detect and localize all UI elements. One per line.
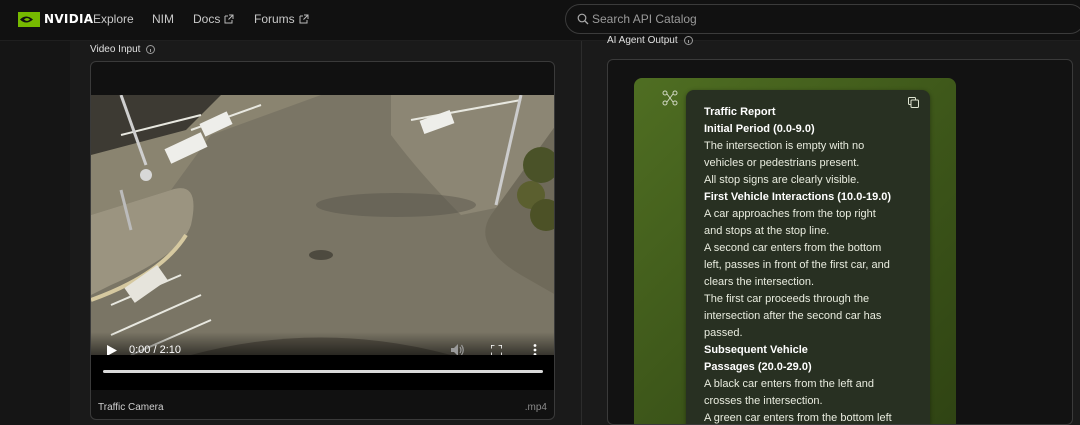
video-file-extension: .mp4 [524,402,547,413]
video-input-label-text: Video Input [90,44,141,55]
report-line: First Vehicle Interactions (10.0-19.0) [704,191,892,203]
nav-forums-label: Forums [254,12,295,26]
nav-explore-label: Explore [93,12,134,26]
report-line: A black car enters from the left and [704,378,874,390]
nav-nim-label: NIM [152,12,174,26]
brand-name: NVIDIA [44,12,94,26]
video-file-name: Traffic Camera [98,402,164,413]
report-line: vehicles or pedestrians present. [704,157,860,169]
left-sidebar [0,41,70,425]
nav-docs[interactable]: Docs [193,12,234,26]
top-navigation-bar: NVIDIA Explore NIM Docs Forums [0,0,1080,41]
search-bar[interactable] [565,4,1080,34]
report-line: All stop signs are clearly visible. [704,174,860,186]
report-line: A car approaches from the top right [704,208,876,220]
report-line: Passages (20.0-29.0) [704,361,812,373]
video-input-label: Video Input [90,44,156,55]
video-progress-bar[interactable] [103,370,543,373]
ai-agent-output-label: AI Agent Output [607,35,693,46]
report-line: A second car enters from the bottom [704,242,882,254]
report-line: Traffic Report [704,106,776,118]
video-input-panel: 0:00 / 2:10 Traffic Camera .mp4 [90,61,555,420]
traffic-report-text: Traffic Report Initial Period (0.0-9.0) … [704,104,924,424]
report-line: passed. [704,327,743,339]
report-line: A green car enters from the bottom left [704,412,892,424]
nav-docs-label: Docs [193,12,221,26]
info-icon[interactable] [683,36,693,45]
report-line: left, passes in front of the first car, … [704,259,890,271]
ai-agent-output-label-text: AI Agent Output [607,35,678,46]
report-line: Subsequent Vehicle [704,344,808,356]
search-input[interactable] [592,10,1062,28]
report-line: The intersection is empty with no [704,140,865,152]
traffic-camera-frame [91,95,554,355]
agent-icon [662,90,678,106]
report-line: Initial Period (0.0-9.0) [704,123,815,135]
external-link-icon [224,14,234,24]
nvidia-eye-icon [18,11,40,27]
nav-forums[interactable]: Forums [254,12,309,26]
column-divider [581,41,582,425]
report-line: and stops at the stop line. [704,225,830,237]
external-link-icon [299,14,309,24]
report-line: intersection after the second car has [704,310,882,322]
nvidia-logo[interactable]: NVIDIA [18,11,93,27]
info-icon[interactable] [146,45,156,54]
report-line: crosses the intersection. [704,395,823,407]
nav-nim[interactable]: NIM [152,12,174,26]
video-player[interactable] [91,95,554,355]
report-line: The first car proceeds through the [704,293,870,305]
report-line: clears the intersection. [704,276,815,288]
ai-agent-output-panel: Traffic Report Initial Period (0.0-9.0) … [607,59,1073,425]
search-icon [577,13,589,25]
nav-explore[interactable]: Explore [93,12,134,26]
